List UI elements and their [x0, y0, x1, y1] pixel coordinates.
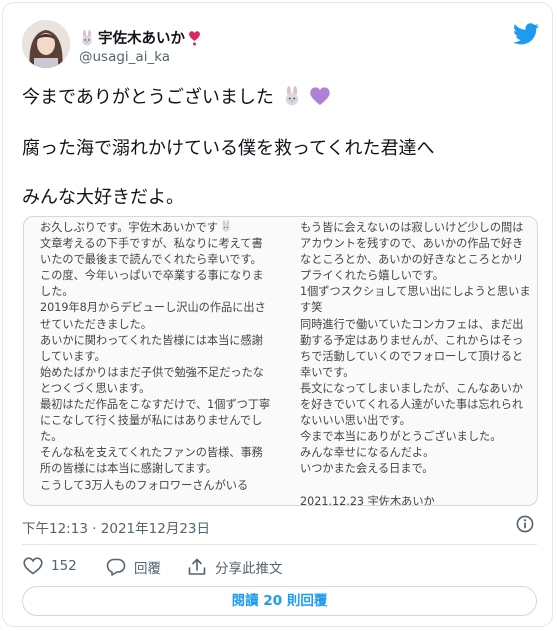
- share-label: 分享此推文: [215, 561, 283, 577]
- like-count: 152: [51, 558, 77, 574]
- image-text-line: とつくづく思います。: [40, 381, 151, 395]
- reply-bubble-icon: [106, 558, 126, 576]
- image-text-line: こうして3万人ものフォロワーさんがいる: [40, 478, 249, 492]
- image-text-line: 1個ずつスクショして思い出にしようと思いま: [300, 285, 531, 299]
- image-text-line: あいかに関わってくれた皆様には本当に感謝: [40, 333, 263, 347]
- image-text-line: ないいい思い出です。: [300, 414, 411, 428]
- rabbit-emoji-icon: [285, 86, 298, 106]
- image-text-line: 今まで本当にありがとうございました。: [300, 430, 502, 444]
- image-text-line: 最初はただ作品をこなすだけで、1個ずつ丁寧: [40, 398, 271, 412]
- image-text-line: なところとか、あいかの好きなところとかリ: [300, 253, 524, 267]
- image-text-line: した。: [40, 285, 74, 299]
- tweet-line-1: 今までありがとうございました: [22, 83, 331, 109]
- image-text-line: そんな私を支えてくれたファンの皆様、事務: [40, 446, 263, 460]
- author-handle[interactable]: @usagi_ai_ka: [79, 49, 170, 65]
- image-text-line: 文章考えるの下手ですが、私なりに考えて書: [40, 237, 263, 251]
- image-text-line: プライくれたら嬉しいです。: [300, 269, 444, 283]
- tweet-line-2: 腐った海で溺れかけている僕を救ってくれた君達へ: [22, 138, 435, 159]
- author-name-row[interactable]: 宇佐木あいか: [79, 27, 201, 48]
- image-text-line: 2021.12.23 宇佐木あいか: [300, 494, 435, 506]
- image-text-line: を好きでいてくれる人達がいた事は忘れられ: [300, 398, 524, 412]
- info-icon[interactable]: [516, 515, 534, 533]
- purple-heart-emoji-icon: [310, 87, 331, 105]
- image-text-line: アカウントを残すので、あいかの作品で好き: [300, 237, 524, 251]
- image-text-line: もう皆に会えないのは寂しいけど少しの間は: [300, 221, 524, 234]
- image-text-line: ちで活動していくのでフォローして頂けると: [300, 349, 524, 363]
- image-text-line: いたので最後まで読んでくれたら幸いです。: [40, 253, 262, 267]
- twitter-bird-icon[interactable]: [513, 23, 539, 45]
- tweet-line-1-text: 今までありがとうございました: [22, 87, 274, 108]
- image-text-line: [300, 478, 522, 494]
- image-text-line: 始めたばかりはまだ子供で勉強不足だったな: [40, 365, 264, 379]
- image-text-line: す笑: [300, 301, 323, 315]
- avatar-photo: [22, 20, 70, 68]
- image-text-line: 同時進行で働いていたコンカフェは、まだ出: [300, 317, 524, 331]
- image-text-line: みんな幸せになるんだよ。: [300, 446, 435, 460]
- share-button[interactable]: 分享此推文: [187, 557, 283, 577]
- rabbit-emoji-icon: [82, 29, 92, 45]
- reply-button[interactable]: 回覆: [106, 557, 161, 577]
- like-button[interactable]: 152: [23, 557, 77, 575]
- avatar[interactable]: [22, 20, 70, 68]
- image-text-line: 幸いです。: [300, 365, 355, 379]
- view-replies-button[interactable]: 閱讀 20 則回覆: [22, 586, 537, 616]
- rabbit-emoji-icon: [222, 220, 230, 232]
- image-text-line: この度、今年いっぱいで卒業する事になりま: [40, 269, 264, 283]
- share-upload-icon: [188, 558, 206, 575]
- image-text-line: 所の皆様には本当に感謝してます。: [40, 462, 217, 476]
- image-text-line: お久しぶりです。宇佐木あいかです: [40, 220, 274, 236]
- tweet-line-3: みんな大好きだよ。: [22, 187, 184, 208]
- tweet-image[interactable]: お久しぶりです。宇佐木あいかです 文章考えるの下手ですが、私なりに考えて書 いた…: [23, 216, 538, 506]
- image-text-line: 長文になってしまいましたが、こんなあいか: [300, 381, 523, 395]
- image-text-line: しています。: [40, 349, 106, 363]
- reply-label: 回覆: [134, 561, 161, 577]
- tweet-timestamp[interactable]: 下午12:13 · 2021年12月23日: [22, 517, 210, 537]
- image-text-line: 勤する予定はありませんが、これからはそっ: [300, 333, 524, 347]
- tweet-card: 宇佐木あいか @usagi_ai_ka 今までありがとうございました 腐った海で…: [2, 2, 553, 627]
- image-text-right-column: もう皆に会えないのは寂しいけど少しの間は アカウントを残すので、あいかの作品で好…: [300, 220, 531, 506]
- heart-icon: [23, 557, 43, 575]
- author-display-name: 宇佐木あいか: [98, 31, 185, 47]
- divider: [22, 544, 537, 545]
- image-text-line: にこなして行く技量が私にはありませんでし: [40, 414, 263, 428]
- heart-exclamation-emoji-icon: [189, 30, 200, 45]
- image-text-line: せていただきました。: [40, 317, 152, 331]
- image-text-line: た。: [40, 430, 63, 444]
- image-text-line: 2019年8月からデビューし沢山の作品に出さ: [40, 301, 266, 315]
- image-text-line: いつかまた会える日まで。: [300, 462, 434, 476]
- image-text-left-column: お久しぶりです。宇佐木あいかです 文章考えるの下手ですが、私なりに考えて書 いた…: [40, 220, 274, 494]
